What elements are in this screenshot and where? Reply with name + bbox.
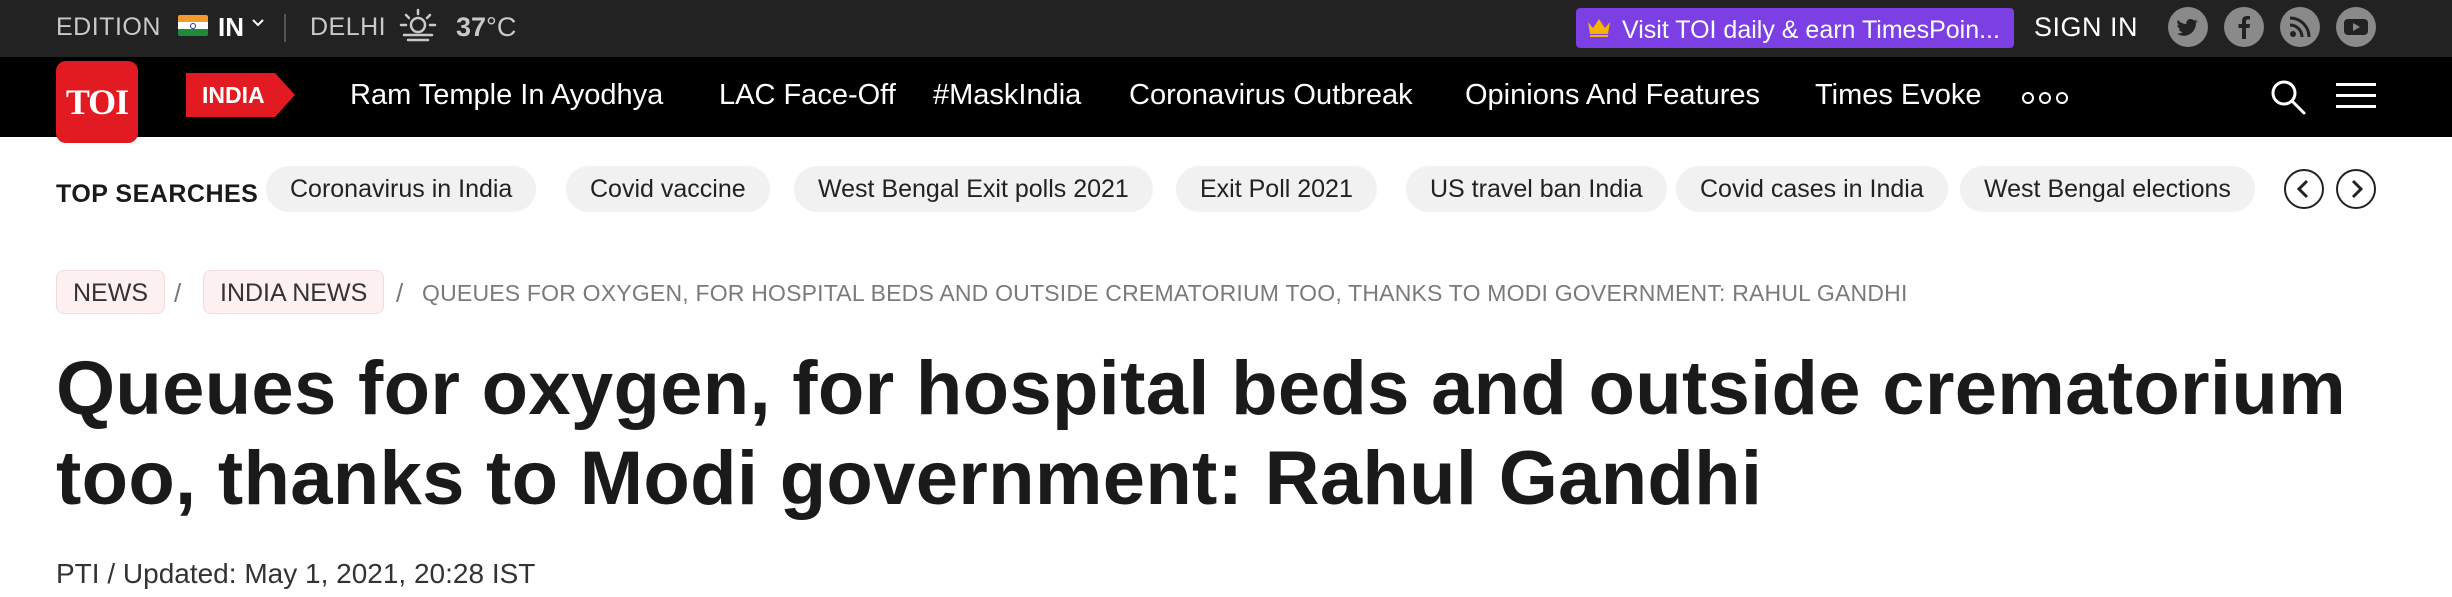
search-chip[interactable]: Exit Poll 2021 — [1176, 166, 1377, 212]
carousel-prev-button[interactable] — [2284, 169, 2324, 209]
top-searches-carousel: Coronavirus in India Covid vaccine West … — [266, 166, 2256, 212]
twitter-icon[interactable] — [2168, 7, 2208, 47]
breadcrumb-separator: / — [174, 278, 182, 308]
search-chip[interactable]: Coronavirus in India — [266, 166, 537, 212]
section-tag-india[interactable]: INDIA — [186, 73, 295, 117]
hamburger-menu-icon[interactable] — [2336, 81, 2376, 111]
main-navigation: TOI INDIA Ram Temple In Ayodhya LAC Face… — [0, 57, 2452, 143]
breadcrumb-current-page: QUEUES FOR OXYGEN, FOR HOSPITAL BEDS AND… — [422, 280, 1908, 306]
nav-link-times-evoke[interactable]: Times Evoke — [1815, 79, 1982, 112]
weather-city: DELHI — [310, 13, 387, 41]
chevron-left-icon — [2296, 179, 2309, 199]
nav-link-mask-india[interactable]: #MaskIndia — [933, 79, 1081, 112]
search-chip[interactable]: Covid cases in India — [1676, 166, 1948, 212]
chevron-right-icon — [2351, 179, 2364, 199]
divider — [284, 14, 286, 42]
india-flag-icon[interactable] — [178, 15, 208, 36]
search-chip[interactable]: US travel ban India — [1406, 166, 1667, 212]
nav-link-coronavirus-outbreak[interactable]: Coronavirus Outbreak — [1129, 79, 1413, 112]
breadcrumb-separator: / — [396, 278, 404, 308]
promo-text: Visit TOI daily & earn TimesPoin... — [1622, 16, 2000, 44]
nav-link-ram-temple[interactable]: Ram Temple In Ayodhya — [350, 79, 663, 112]
search-chip[interactable]: Covid vaccine — [566, 166, 770, 212]
nav-link-opinions[interactable]: Opinions And Features — [1465, 79, 1760, 112]
times-points-promo-button[interactable]: Visit TOI daily & earn TimesPoin... — [1576, 8, 2014, 48]
top-searches-label: TOP SEARCHES — [56, 180, 259, 208]
nav-link-lac-face-off[interactable]: LAC Face-Off — [719, 79, 896, 112]
article-byline: PTI / Updated: May 1, 2021, 20:28 IST — [56, 558, 536, 589]
search-icon[interactable] — [2268, 77, 2308, 117]
edition-selector[interactable]: IN — [218, 12, 244, 43]
top-utility-bar: EDITION IN DELHI 37°C Visit TOI daily & … — [0, 0, 2452, 57]
facebook-icon[interactable] — [2224, 7, 2264, 47]
chevron-down-icon[interactable] — [250, 13, 266, 33]
rss-icon[interactable] — [2280, 7, 2320, 47]
sign-in-link[interactable]: SIGN IN — [2034, 12, 2138, 43]
temperature-unit: °C — [486, 12, 517, 42]
edition-label: EDITION — [56, 13, 161, 41]
crown-icon — [1588, 19, 1610, 37]
search-chip[interactable]: West Bengal Exit polls 2021 — [794, 166, 1153, 212]
temperature-value: 37 — [456, 12, 487, 42]
search-chip[interactable]: West Bengal elections — [1960, 166, 2255, 212]
temperature: 37°C — [456, 12, 516, 43]
more-dots-icon[interactable] — [2022, 91, 2068, 105]
carousel-next-button[interactable] — [2336, 169, 2376, 209]
hazy-sun-icon — [399, 8, 437, 42]
breadcrumb-india-news[interactable]: INDIA NEWS — [203, 270, 385, 314]
breadcrumb-news[interactable]: NEWS — [56, 270, 165, 314]
youtube-icon[interactable] — [2336, 7, 2376, 47]
toi-logo[interactable]: TOI — [56, 61, 138, 143]
article-headline: Queues for oxygen, for hospital beds and… — [56, 346, 2346, 521]
